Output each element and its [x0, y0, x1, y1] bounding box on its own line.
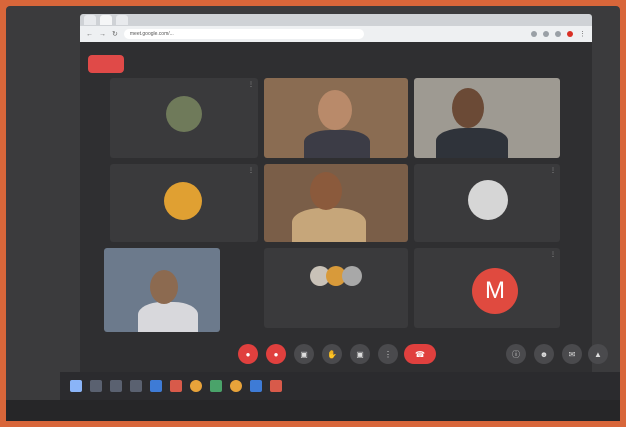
app-icon[interactable]	[210, 380, 222, 392]
captions-button[interactable]: ▣	[294, 344, 314, 364]
task-view-icon[interactable]	[110, 380, 122, 392]
participant-avatar	[342, 266, 362, 286]
participant-avatar	[166, 96, 202, 132]
mic-off-icon: ●	[245, 349, 251, 359]
profile-icon[interactable]	[567, 31, 573, 37]
leave-call-button[interactable]: ☎	[404, 344, 436, 364]
hand-icon: ✋	[327, 349, 337, 359]
participant-avatar	[468, 180, 508, 220]
address-bar[interactable]: meet.google.com/...	[123, 29, 364, 39]
activities-button[interactable]: ▲	[588, 344, 608, 364]
participant-video	[452, 88, 484, 128]
participant-tile[interactable]	[104, 248, 220, 332]
people-icon: ☻	[539, 349, 549, 359]
forward-icon[interactable]: →	[99, 31, 106, 38]
menu-dots-icon[interactable]: ⋮	[579, 31, 586, 38]
chrome-icon[interactable]	[230, 380, 242, 392]
camera-off-button[interactable]: ●	[266, 344, 286, 364]
hang-up-icon: ☎	[415, 349, 425, 359]
participant-avatar	[164, 182, 202, 220]
participant-tile[interactable]: ⋮	[110, 78, 258, 158]
browser-toolbar: ← → ↻ meet.google.com/... ⋮	[80, 26, 592, 42]
more-options-icon[interactable]: ⋮	[550, 251, 556, 258]
participant-tile[interactable]	[264, 164, 408, 242]
mic-off-button[interactable]: ●	[238, 344, 258, 364]
activities-icon: ▲	[594, 349, 602, 359]
more-options-button[interactable]: ⋮	[378, 344, 398, 364]
back-icon[interactable]: ←	[86, 31, 93, 38]
participant-letter-avatar: M	[472, 268, 518, 314]
participant-tile[interactable]: M ⋮	[414, 248, 560, 328]
participant-video	[150, 270, 178, 304]
app-icon[interactable]	[170, 380, 182, 392]
extension-icon[interactable]	[555, 31, 561, 37]
recording-badge	[88, 55, 124, 73]
app-icon[interactable]	[250, 380, 262, 392]
more-options-icon[interactable]: ⋮	[248, 81, 254, 88]
participant-tile[interactable]: ⋮	[414, 164, 560, 242]
participant-video	[310, 172, 342, 210]
taskbar	[60, 372, 620, 400]
extension-icon[interactable]	[531, 31, 537, 37]
file-explorer-icon[interactable]	[130, 380, 142, 392]
browser-tab-active[interactable]	[100, 15, 112, 25]
more-options-icon[interactable]: ⋮	[248, 167, 254, 174]
present-button[interactable]: ▣	[350, 344, 370, 364]
info-icon: ⓘ	[512, 349, 520, 359]
browser-tab[interactable]	[116, 15, 128, 25]
browser-tab[interactable]	[84, 15, 96, 25]
participant-video	[318, 90, 352, 130]
app-icon[interactable]	[270, 380, 282, 392]
participant-tile[interactable]	[264, 78, 408, 158]
people-button[interactable]: ☻	[534, 344, 554, 364]
participant-video	[138, 302, 198, 332]
reload-icon[interactable]: ↻	[112, 31, 118, 38]
browser-tab-strip	[80, 14, 592, 26]
chrome-icon[interactable]	[190, 380, 202, 392]
info-button[interactable]: ⓘ	[506, 344, 526, 364]
more-options-icon[interactable]: ⋮	[550, 167, 556, 174]
windows-start-icon[interactable]	[70, 380, 82, 392]
participant-tile[interactable]: ⋮	[110, 164, 258, 242]
captions-icon: ▣	[300, 349, 308, 359]
present-icon: ▣	[356, 349, 364, 359]
camera-off-icon: ●	[273, 349, 279, 359]
monitor-bezel	[6, 400, 620, 421]
chat-icon: ✉	[568, 349, 576, 359]
more-options-icon: ⋮	[384, 349, 392, 359]
participant-tile[interactable]	[414, 78, 560, 158]
raise-hand-button[interactable]: ✋	[322, 344, 342, 364]
participant-video	[292, 208, 366, 242]
extension-icon[interactable]	[543, 31, 549, 37]
app-icon[interactable]	[150, 380, 162, 392]
participant-video	[304, 130, 370, 158]
chat-button[interactable]: ✉	[562, 344, 582, 364]
participant-tile[interactable]	[264, 248, 408, 328]
search-icon[interactable]	[90, 380, 102, 392]
participant-video	[436, 128, 508, 158]
